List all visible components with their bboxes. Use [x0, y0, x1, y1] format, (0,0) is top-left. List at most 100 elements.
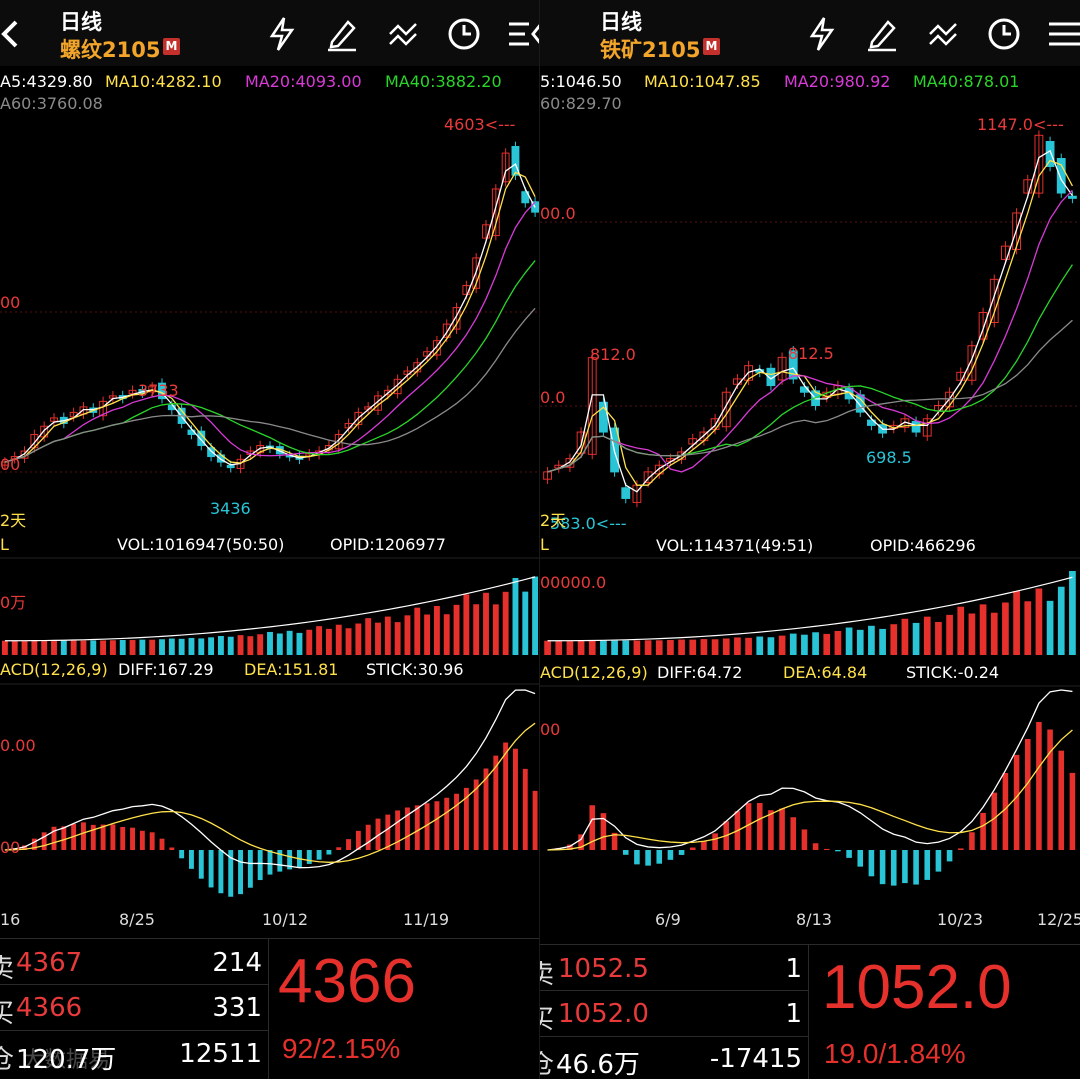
volume-bar: [644, 640, 652, 655]
date-tick-4: 11/19: [403, 910, 450, 929]
volume-bar: [109, 640, 116, 655]
date-tick-3: 10/12: [262, 910, 309, 929]
volume-bar: [345, 628, 352, 655]
volume-bar: [276, 633, 283, 655]
volume-bar: [901, 618, 909, 655]
volume-bar: [756, 636, 764, 655]
volume-readout: VOL:1016947(50:50): [117, 535, 285, 554]
volume-bar: [60, 640, 67, 655]
volume-bar: [812, 632, 819, 655]
volume-axis-label: 0万: [0, 593, 27, 612]
last-price: 4366: [278, 947, 416, 1016]
volume-bar: [463, 594, 470, 655]
macd-dea: DEA:151.81: [244, 660, 339, 679]
peak-label-2: 812.5: [788, 344, 834, 363]
volume-bar: [139, 639, 146, 655]
date-tick-4: 12/25: [1037, 910, 1080, 929]
volume-bar: [443, 614, 450, 655]
price-change: 19.0/1.84%: [824, 1038, 966, 1069]
volume-bar: [700, 639, 708, 655]
volume-bar: [711, 639, 719, 655]
volume-bar: [935, 621, 942, 655]
volume-bar: [188, 637, 195, 655]
volume-bar: [689, 639, 697, 655]
volume-bar: [745, 637, 752, 655]
ask-label: 卖: [0, 954, 15, 984]
y-tick-mid: 0.0: [540, 388, 566, 407]
bid-label: 买: [540, 1005, 555, 1035]
volume-bar: [100, 640, 107, 655]
volume-bar: [414, 607, 421, 655]
volume-bar: [611, 640, 618, 655]
volume-bar: [655, 640, 663, 655]
volume-bar: [588, 640, 596, 655]
oi-change: 12511: [179, 1039, 262, 1069]
volume-bar: [149, 639, 156, 655]
volume-bar: [325, 628, 332, 655]
volume-bar: [433, 606, 440, 655]
volume-bar: [296, 632, 303, 655]
date-tick-2: 8/13: [796, 910, 832, 929]
date-tick-1: 16: [0, 910, 21, 929]
ma5-line: [547, 149, 1073, 493]
y-tick-top: 00: [0, 293, 21, 312]
peak-label-1: 812.0: [590, 345, 636, 364]
volume-bar: [41, 640, 48, 655]
date-tick-3: 10/23: [937, 910, 984, 929]
volume-bar: [890, 624, 898, 655]
bid-price: 1052.0: [558, 999, 649, 1029]
ma20-line: [4, 201, 536, 463]
macd-y-tick-1: 0.00: [0, 736, 36, 755]
volume-readout: VOL:114371(49:51): [656, 536, 814, 555]
oi-value: 46.6万: [556, 1050, 640, 1079]
l-label: L: [0, 535, 9, 554]
volume-bar: [80, 640, 87, 655]
volume-bar: [1057, 586, 1065, 655]
volume-bar: [1069, 571, 1076, 655]
volume-bar: [600, 640, 607, 655]
volume-bar: [70, 640, 77, 655]
oi-label: 仓: [540, 1050, 555, 1079]
volume-bar: [912, 622, 920, 655]
volume-bar: [968, 613, 976, 655]
volume-bar: [577, 640, 585, 655]
ask-label: 卖: [540, 960, 555, 990]
volume-bar: [522, 591, 529, 655]
ma5-line: [4, 163, 536, 466]
date-tick-1: 6/9: [655, 910, 681, 929]
candle-body: [226, 464, 235, 469]
volume-bar: [286, 630, 293, 655]
macd-y-tick-2: 00: [0, 838, 21, 857]
kline-chart[interactable]: [540, 0, 1080, 938]
volume-bar: [306, 629, 313, 655]
volume-bar: [979, 604, 987, 655]
volume-bar: [247, 636, 254, 655]
volume-bar: [923, 616, 931, 655]
last-price: 1052.0: [822, 953, 1012, 1022]
days-label: 2天: [540, 511, 567, 530]
volume-bar: [355, 623, 362, 655]
volume-bar: [453, 604, 460, 655]
volume-bar: [1046, 600, 1054, 655]
ma60-line: [4, 307, 536, 463]
volume-bar: [544, 640, 551, 655]
volume-bar: [198, 638, 205, 655]
oi-change: -17415: [709, 1044, 802, 1074]
high-label: 1147.0<---: [977, 115, 1064, 134]
quote-panel: 卖 1052.5 1 买 1052.0 1 仓 46.6万 -17415 105…: [540, 938, 1080, 1079]
volume-axis-label: 00000.0: [540, 573, 607, 592]
volume-bar: [404, 615, 411, 655]
volume-bar: [990, 612, 998, 655]
kline-chart[interactable]: [0, 0, 540, 938]
volume-bar: [868, 625, 875, 655]
y-tick-low: 00: [0, 455, 21, 474]
macd-stick: STICK:30.96: [366, 660, 464, 679]
volume-bar: [957, 606, 965, 655]
volume-bar: [532, 576, 539, 655]
date-tick-2: 8/25: [119, 910, 155, 929]
volume-bar: [208, 637, 215, 655]
volume-bar: [483, 592, 489, 655]
volume-bar: [1024, 601, 1032, 655]
open-interest-readout: OPID:466296: [870, 536, 976, 555]
volume-bar: [622, 640, 630, 655]
